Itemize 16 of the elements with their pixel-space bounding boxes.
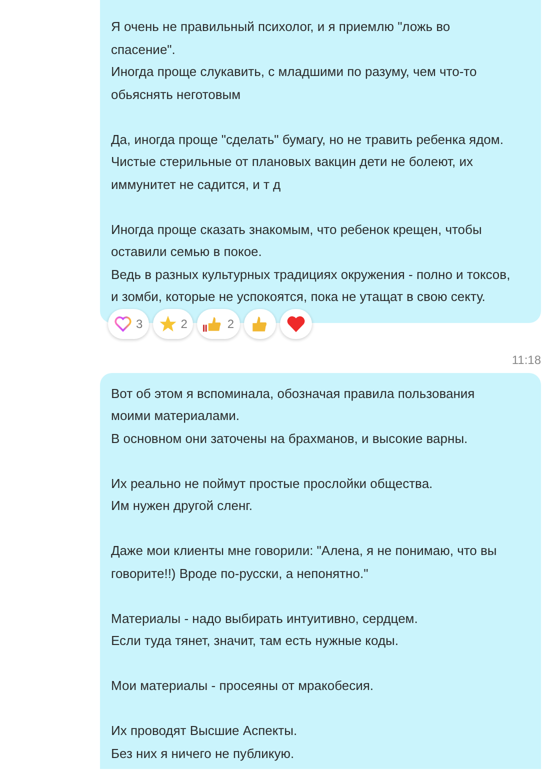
thumbs-up-icon [203, 314, 224, 332]
message-time: 11:18 [512, 352, 541, 366]
message-text: Их реально не поймут простые прослойки общества. Им нужен другой сленг. [111, 474, 433, 515]
message-text: Иногда проще сказать знакомым, что ребенок крещен, чтобы оставили семью в покое. Ведь в разных культурных традициях окружения - полно и токсов, и зомби, которые не успокоятся, пока не утащат в свою секту. [111, 220, 510, 306]
message-text: Материалы - надо выбирать интуитивно, сердцем. Если туда тянет, значит, там есть нужные коды. [111, 610, 418, 650]
message-text: Да, иногда проще "сделать" бумагу, но не травить ребенка ядом. Чистые стерильные от плановых вакцин дети не болеют, их иммунитет не садится, и т д [111, 130, 504, 194]
message-text: Даже мои клиенты мне говорили: "Алена, я не понимаю, что вы говорите!!) Вроде по-русски, а непонятно." [111, 542, 497, 583]
message-text: Мои материалы - просеяны от мракобесия. [111, 677, 374, 695]
reaction-button[interactable]: 3 [108, 308, 149, 338]
reaction-button[interactable]: 2 [197, 308, 240, 338]
message-text: Я очень не правильный психолог, и я приемлю "ложь во спасение". Иногда проще слукавить, с младшими по разуму, чем что-то обьяснять неготовым [111, 18, 477, 104]
heart-icon [286, 314, 306, 332]
message-text: Их проводят Высшие Аспекты. Без них я ничего не публикую. [111, 722, 298, 763]
message-text: Вот об этом я вспоминала, обозначая правила пользования моими материалами. В основном они заточены на брахманов, и высокие варны. [111, 384, 475, 448]
heart-icon [114, 316, 132, 332]
star-icon [158, 314, 177, 332]
